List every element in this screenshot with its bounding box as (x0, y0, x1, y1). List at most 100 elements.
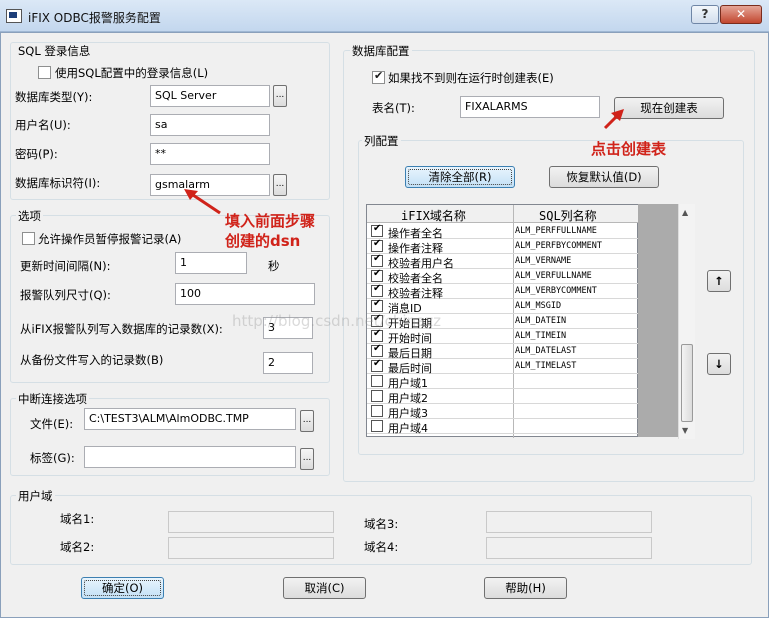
window-title: iFIX ODBC报警服务配置 (28, 11, 161, 25)
scroll-up-icon[interactable]: ▲ (682, 208, 688, 217)
table-row[interactable]: 用户域3 (367, 404, 639, 420)
options-title: 选项 (16, 208, 43, 224)
title-bar: iFIX ODBC报警服务配置 ? ✕ (0, 0, 769, 32)
username-field[interactable]: sa (150, 114, 270, 136)
backup-records-label: 从备份文件写入的记录数(B) (20, 353, 164, 367)
move-down-button[interactable]: ↓ (707, 353, 731, 375)
row-checkbox[interactable] (371, 283, 383, 297)
backup-records-field[interactable]: 2 (263, 352, 313, 374)
file-browse-button[interactable]: ... (300, 410, 314, 432)
row-checkbox[interactable] (371, 238, 383, 252)
row-checkbox[interactable] (371, 328, 383, 342)
create-if-missing-checkbox[interactable] (372, 69, 385, 84)
field4-input (486, 537, 652, 559)
scroll-down-icon[interactable]: ▼ (682, 426, 688, 435)
db-type-label: 数据库类型(Y): (15, 90, 93, 104)
queue-size-field[interactable]: 100 (175, 283, 315, 305)
use-sql-config-label: 使用SQL配置中的登录信息(L) (55, 66, 209, 80)
db-type-field[interactable]: SQL Server (150, 85, 270, 107)
ok-button[interactable]: 确定(O) (81, 577, 164, 599)
field3-label: 域名3: (364, 517, 399, 531)
restore-default-button[interactable]: 恢复默认值(D) (549, 166, 659, 188)
create-table-now-button[interactable]: 现在创建表 (614, 97, 724, 119)
sql-column-name[interactable]: ALM_PERFFULLNAME (515, 226, 597, 236)
update-interval-unit: 秒 (268, 259, 280, 273)
tag-label: 标签(G): (30, 451, 75, 465)
row-checkbox[interactable] (371, 223, 383, 237)
sql-column-name[interactable]: ALM_TIMELAST (515, 361, 576, 371)
row-checkbox[interactable] (371, 343, 383, 357)
dsn-label: 数据库标识符(I): (15, 176, 101, 190)
interrupt-title: 中断连接选项 (16, 391, 89, 407)
row-checkbox[interactable] (371, 375, 383, 387)
grid-empty-area (638, 204, 678, 437)
sql-column-name[interactable]: ALM_PERFBYCOMMENT (515, 241, 602, 251)
table-row[interactable]: 校验者全名ALM_VERFULLNAME (367, 268, 639, 285)
table-row[interactable]: 用户域1 (367, 374, 639, 390)
update-interval-field[interactable]: 1 (175, 252, 247, 274)
password-label: 密码(P): (15, 147, 58, 161)
tag-browse-button[interactable]: ... (300, 448, 314, 470)
table-row[interactable]: 操作者注释ALM_PERFBYCOMMENT (367, 238, 639, 255)
sql-column-name[interactable]: ALM_MSGID (515, 301, 561, 311)
file-field[interactable]: C:\TEST3\ALM\AlmODBC.TMP (84, 408, 296, 430)
close-icon[interactable]: ✕ (720, 5, 762, 24)
watermark: http://blog.csdn.net/chinazz (232, 312, 442, 330)
table-row[interactable]: 开始时间ALM_TIMEIN (367, 328, 639, 345)
file-label: 文件(E): (30, 417, 74, 431)
help-button[interactable]: 帮助(H) (484, 577, 567, 599)
cancel-button[interactable]: 取消(C) (283, 577, 366, 599)
table-row[interactable]: 最后时间ALM_TIMELAST (367, 358, 639, 375)
grid-scrollbar[interactable]: ▲ ▼ (678, 204, 695, 439)
clear-all-button[interactable]: 清除全部(R) (405, 166, 515, 188)
field2-label: 域名2: (60, 540, 95, 554)
dsn-arrow-icon (184, 189, 221, 215)
sql-column-name[interactable]: ALM_VERBYCOMMENT (515, 286, 597, 296)
sql-column-name[interactable]: ALM_DATEIN (515, 316, 566, 326)
row-checkbox[interactable] (371, 358, 383, 372)
dsn-browse-button[interactable]: ... (273, 174, 287, 196)
sql-login-title: SQL 登录信息 (16, 43, 93, 59)
sql-column-name[interactable]: ALM_TIMEIN (515, 331, 566, 341)
table-row[interactable]: 用户域4 (367, 419, 639, 435)
create-note: 点击创建表 (591, 140, 667, 158)
row-checkbox[interactable] (371, 420, 383, 432)
field1-label: 域名1: (60, 512, 95, 526)
username-label: 用户名(U): (15, 118, 71, 132)
use-sql-config-checkbox[interactable] (38, 66, 51, 79)
table-row[interactable]: 操作者全名ALM_PERFFULLNAME (367, 223, 639, 240)
field1-input (168, 511, 334, 533)
user-fields-title: 用户域 (16, 488, 55, 504)
field3-input (486, 511, 652, 533)
table-row[interactable]: 校验者注释ALM_VERBYCOMMENT (367, 283, 639, 300)
database-title: 数据库配置 (350, 43, 412, 59)
row-checkbox[interactable] (371, 253, 383, 267)
dsn-note-line2: 创建的dsn (225, 232, 301, 250)
move-up-button[interactable]: ↑ (707, 270, 731, 292)
sql-column-name[interactable]: ALM_DATELAST (515, 346, 576, 356)
db-type-browse-button[interactable]: ... (273, 85, 287, 107)
row-checkbox[interactable] (371, 268, 383, 282)
write-records-label: 从iFIX报警队列写入数据库的记录数(X): (20, 322, 223, 336)
scroll-thumb[interactable] (681, 344, 693, 422)
dsn-note-line1: 填入前面步骤 (225, 212, 316, 230)
table-name-field[interactable]: FIXALARMS (460, 96, 600, 118)
table-row[interactable]: 校验者用户名ALM_VERNAME (367, 253, 639, 270)
table-row[interactable]: 最后日期ALM_DATELAST (367, 343, 639, 360)
sql-column-name[interactable]: ALM_VERNAME (515, 256, 571, 266)
row-checkbox[interactable] (371, 390, 383, 402)
row-checkbox[interactable] (371, 405, 383, 417)
table-row[interactable]: 用户域2 (367, 389, 639, 405)
row-checkbox[interactable] (371, 298, 383, 312)
app-icon (6, 9, 22, 23)
tag-field[interactable] (84, 446, 296, 468)
header-sql-name: SQL列名称 (539, 209, 597, 223)
ifix-field-name: 用户域4 (388, 422, 428, 435)
sql-column-name[interactable]: ALM_VERFULLNAME (515, 271, 592, 281)
create-arrow-icon (603, 109, 624, 130)
help-icon[interactable]: ? (691, 5, 719, 24)
password-field[interactable]: ** (150, 143, 270, 165)
allow-pause-checkbox[interactable] (22, 232, 35, 245)
create-if-missing-label: 如果找不到则在运行时创建表(E) (388, 71, 554, 85)
allow-pause-label: 允许操作员暂停报警记录(A) (38, 232, 182, 246)
